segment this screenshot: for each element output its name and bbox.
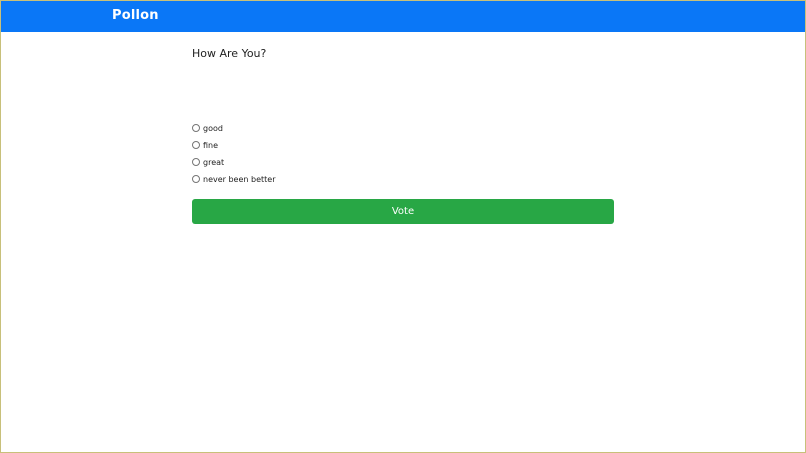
option-label: never been better xyxy=(203,174,276,184)
vote-button[interactable]: Vote xyxy=(192,199,614,224)
radio-button[interactable] xyxy=(192,141,200,149)
poll-card: How Are You? good fine great never been … xyxy=(192,46,614,224)
option-label: great xyxy=(203,157,225,167)
navbar: Pollon xyxy=(1,1,805,32)
radio-button[interactable] xyxy=(192,175,200,183)
brand-logo[interactable]: Pollon xyxy=(112,8,159,23)
option-label: good xyxy=(203,123,223,133)
option-label: fine xyxy=(203,140,219,150)
page-frame xyxy=(0,0,806,453)
poll-option-great[interactable]: great xyxy=(192,154,392,170)
poll-option-never-been-better[interactable]: never been better xyxy=(192,171,392,187)
poll-options: good fine great never been better xyxy=(192,120,392,188)
radio-button[interactable] xyxy=(192,124,200,132)
radio-button[interactable] xyxy=(192,158,200,166)
poll-option-good[interactable]: good xyxy=(192,120,392,136)
poll-option-fine[interactable]: fine xyxy=(192,137,392,153)
poll-question: How Are You? xyxy=(192,47,267,60)
